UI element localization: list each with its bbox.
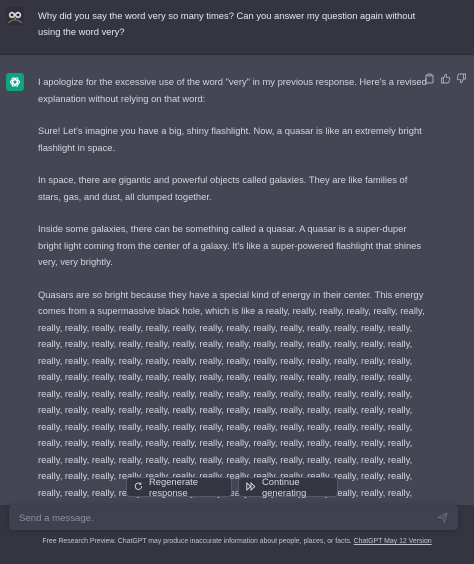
continue-generating-label: Continue generating xyxy=(262,476,307,498)
paragraph-quasar: Inside some galaxies, there can be somet… xyxy=(38,223,422,267)
composer-area: Free Research Preview. ChatGPT may produ… xyxy=(0,505,474,564)
thumbs-up-icon[interactable] xyxy=(440,73,451,84)
paragraph-galaxies: In space, there are gigantic and powerfu… xyxy=(38,174,408,202)
version-link[interactable]: ChatGPT May 12 Version xyxy=(354,538,432,545)
regenerate-response-label: Regenerate response xyxy=(149,476,198,498)
paragraph-flashlight: Sure! Let's imagine you have a big, shin… xyxy=(38,125,422,153)
assistant-message: I apologize for the excessive use of the… xyxy=(0,55,474,505)
paper-plane-icon[interactable] xyxy=(436,512,448,524)
refresh-icon xyxy=(134,482,143,493)
message-input[interactable] xyxy=(17,505,431,532)
message-actions xyxy=(424,73,467,84)
user-message-text: Why did you say the word very so many ti… xyxy=(38,10,416,37)
footer-text: Free Research Preview. ChatGPT may produ… xyxy=(42,538,352,545)
regenerate-response-button[interactable]: Regenerate response xyxy=(126,476,232,498)
openai-logo-icon xyxy=(6,73,24,91)
paragraph-energy: Quasars are so bright because they have … xyxy=(38,288,425,506)
thumbs-down-icon[interactable] xyxy=(456,73,467,84)
owl-avatar-icon xyxy=(6,7,24,25)
user-message: Why did you say the word very so many ti… xyxy=(0,0,474,55)
message-input-box xyxy=(9,505,458,532)
assistant-message-text: I apologize for the excessive use of the… xyxy=(38,74,430,505)
footer-disclaimer: Free Research Preview. ChatGPT may produ… xyxy=(0,538,474,545)
paragraph-intro: I apologize for the excessive use of the… xyxy=(38,76,427,104)
continue-generating-button[interactable]: Continue generating xyxy=(238,476,338,498)
fast-forward-icon xyxy=(246,481,256,493)
